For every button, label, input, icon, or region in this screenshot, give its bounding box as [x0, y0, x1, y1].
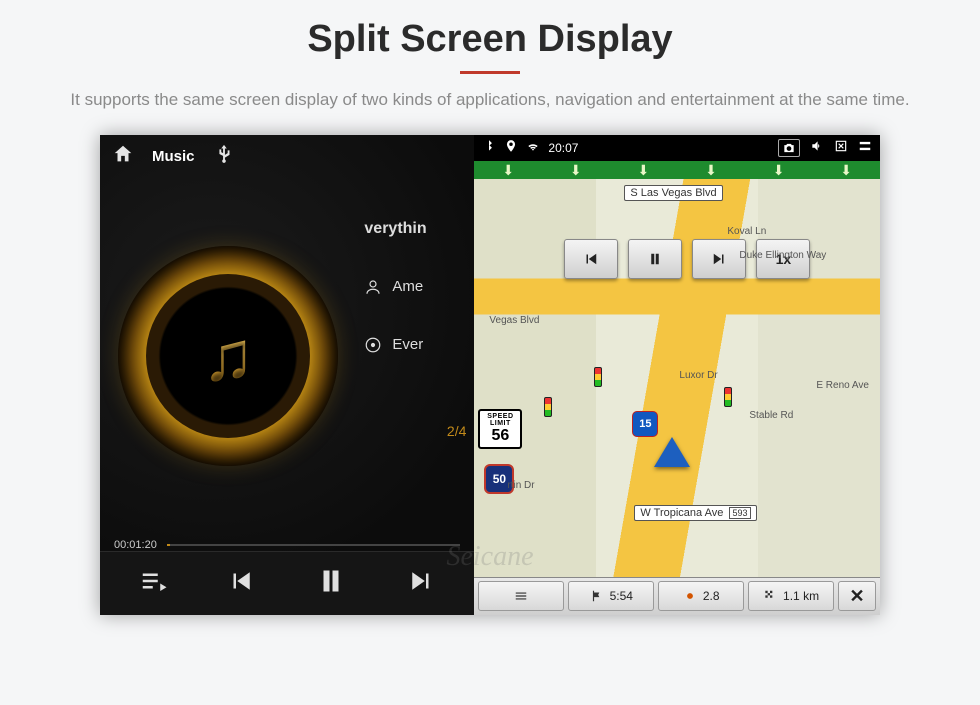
map-canvas[interactable]: 1x SPEED LIMIT 56 50 15 S Las Vegas Blvd…	[474, 179, 880, 577]
nav-footer: 5:54 2.8 1.1 km ✕	[474, 577, 880, 615]
playlist-button[interactable]	[139, 566, 169, 601]
music-top-title: Music	[152, 148, 195, 165]
street-label: Stable Rd	[744, 409, 798, 422]
progress-row: 00:01:20	[100, 539, 474, 551]
prev-track-button[interactable]	[226, 566, 256, 601]
sim-pause-button[interactable]	[628, 239, 682, 279]
device-frame: Music ♫ verythin Ame Ever	[100, 135, 880, 615]
usb-icon[interactable]	[213, 143, 235, 170]
lane-arrow-icon: ⬇	[705, 163, 717, 177]
page-title: Split Screen Display	[0, 0, 980, 61]
music-note-icon: ♫	[202, 316, 255, 396]
title-underline	[460, 71, 520, 74]
split-screen-icon[interactable]	[858, 139, 872, 156]
music-pane: Music ♫ verythin Ame Ever	[100, 135, 474, 615]
speed-limit-value: 56	[480, 427, 520, 445]
target-icon	[683, 589, 697, 603]
pause-button[interactable]	[313, 563, 349, 604]
lane-arrow-icon: ⬇	[502, 163, 514, 177]
eta-time: 5:54	[610, 589, 633, 603]
close-icon: ✕	[849, 586, 864, 607]
status-clock: 20:07	[548, 141, 578, 155]
flag-checker-icon	[763, 589, 777, 603]
eta-panel[interactable]: 5:54	[568, 581, 654, 611]
close-nav-button[interactable]: ✕	[838, 581, 876, 611]
lane-guidance-bar: ⬇ ⬇ ⬇ ⬇ ⬇ ⬇	[474, 161, 880, 179]
track-title-row: verythin	[364, 220, 474, 238]
street-label: Luxor Dr	[674, 369, 722, 382]
route-number: 593	[729, 507, 750, 519]
music-controls	[100, 551, 474, 615]
bluetooth-icon	[482, 139, 496, 156]
disc-icon	[364, 336, 382, 354]
speed-limit-label: SPEED LIMIT	[480, 413, 520, 427]
traffic-light-icon	[594, 367, 602, 387]
current-position-icon	[654, 437, 690, 467]
sim-prev-button[interactable]	[564, 239, 618, 279]
home-icon[interactable]	[112, 143, 134, 170]
street-label: S Las Vegas Blvd	[624, 185, 722, 201]
street-label: W Tropicana Ave 593	[634, 505, 756, 521]
lane-arrow-icon: ⬇	[840, 163, 852, 177]
traffic-light-icon	[724, 387, 732, 407]
street-label: E Reno Ave	[811, 379, 874, 392]
speed-limit-sign: SPEED LIMIT 56	[478, 409, 522, 449]
artist-name: Ame	[392, 278, 423, 295]
album-name: Ever	[392, 336, 423, 353]
status-bar: 20:07	[474, 135, 880, 161]
person-icon	[364, 278, 382, 296]
distance-a: 2.8	[703, 589, 720, 603]
lane-arrow-icon: ⬇	[570, 163, 582, 177]
track-title: verythin	[364, 220, 426, 238]
seek-bar[interactable]	[167, 544, 461, 546]
distance-b: 1.1 km	[783, 589, 819, 603]
music-body: ♫ verythin Ame Ever 2/4	[100, 174, 474, 539]
menu-button[interactable]	[478, 581, 564, 611]
traffic-light-icon	[544, 397, 552, 417]
lane-arrow-icon: ⬇	[638, 163, 650, 177]
album-row: Ever	[364, 336, 474, 354]
flag-icon	[590, 589, 604, 603]
next-track-button[interactable]	[406, 566, 436, 601]
music-top-bar: Music	[100, 135, 474, 174]
street-label-text: W Tropicana Ave	[640, 507, 723, 519]
track-index: 2/4	[447, 423, 466, 439]
screenshot-button[interactable]	[778, 139, 800, 157]
interstate-shield: 15	[632, 411, 658, 437]
street-label: rtin Dr	[502, 479, 539, 492]
menu-icon	[514, 589, 528, 603]
artist-row: Ame	[364, 278, 474, 296]
street-label: Koval Ln	[722, 225, 771, 238]
street-label: Vegas Blvd	[484, 314, 544, 327]
lane-arrow-icon: ⬇	[773, 163, 785, 177]
navigation-pane: 20:07 ⬇ ⬇ ⬇ ⬇ ⬇ ⬇ 300 m 650 m 1x	[474, 135, 880, 615]
page-subtitle: It supports the same screen display of t…	[60, 88, 920, 113]
distance-a-panel[interactable]: 2.8	[658, 581, 744, 611]
distance-b-panel[interactable]: 1.1 km	[748, 581, 834, 611]
street-label: Duke Ellington Way	[734, 249, 831, 262]
seek-fill	[167, 544, 170, 546]
track-meta: verythin Ame Ever	[364, 220, 474, 354]
location-icon	[504, 139, 518, 156]
album-art-ring: ♫	[118, 246, 338, 466]
elapsed-time: 00:01:20	[114, 539, 157, 551]
volume-icon[interactable]	[810, 139, 824, 156]
close-app-icon[interactable]	[834, 139, 848, 156]
wifi-icon	[526, 139, 540, 156]
